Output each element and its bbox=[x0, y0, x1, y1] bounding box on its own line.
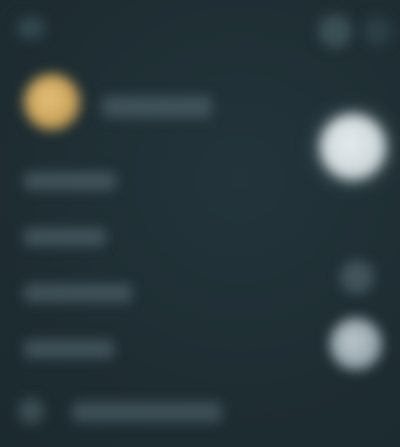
footer-icon bbox=[18, 398, 44, 424]
avatar[interactable] bbox=[24, 74, 80, 130]
footer-row[interactable] bbox=[18, 390, 278, 430]
side-action-icon[interactable] bbox=[340, 260, 374, 294]
menu-item-label bbox=[24, 340, 114, 358]
profile-section bbox=[18, 70, 278, 140]
menu-item[interactable] bbox=[18, 216, 248, 260]
menu-item-label bbox=[24, 284, 132, 302]
menu-item-label bbox=[24, 172, 116, 190]
app-screen bbox=[0, 0, 400, 447]
menu-item-label bbox=[24, 228, 106, 246]
top-action-icon[interactable] bbox=[318, 14, 352, 48]
footer-label bbox=[72, 402, 222, 422]
menu-icon[interactable] bbox=[18, 18, 44, 38]
menu-list bbox=[18, 160, 248, 384]
profile-name bbox=[102, 96, 212, 118]
menu-item[interactable] bbox=[18, 272, 248, 316]
top-bar bbox=[0, 0, 400, 60]
side-action-icon[interactable] bbox=[330, 318, 382, 370]
primary-action-button[interactable] bbox=[320, 114, 386, 180]
top-action-icon[interactable] bbox=[362, 16, 392, 46]
menu-item[interactable] bbox=[18, 160, 248, 204]
menu-item[interactable] bbox=[18, 328, 248, 372]
